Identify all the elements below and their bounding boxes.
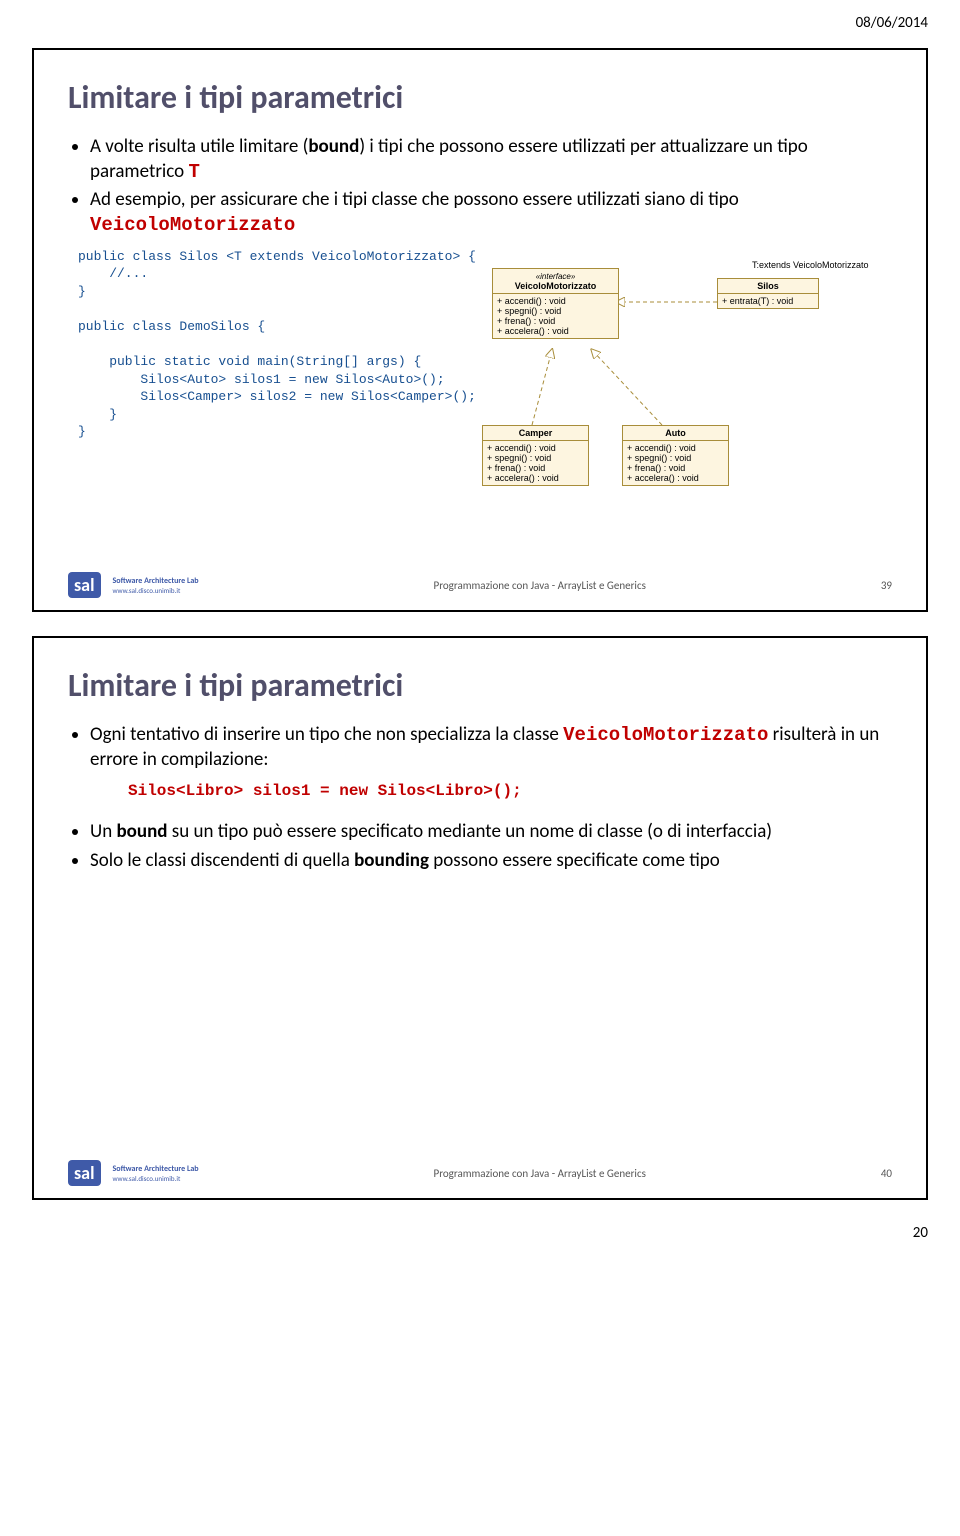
footer-url: www.sal.disco.unimib.it [113,1174,199,1183]
uml-operation: + accelera() : void [487,473,584,483]
slide1-footer: sal Software Architecture Lab www.sal.di… [68,572,892,598]
footer-lab-name: Software Architecture Lab [113,1164,199,1174]
footer-center-text: Programmazione con Java - ArrayList e Ge… [434,579,646,592]
bullet-item: Solo le classi discendenti di quella bou… [90,849,892,874]
footer-lab-name: Software Architecture Lab [113,576,199,586]
uml-operation: + accendi() : void [497,296,614,306]
uml-operation: + spegni() : void [487,453,584,463]
footer-center-text: Programmazione con Java - ArrayList e Ge… [434,1167,646,1180]
logo: sal [68,1160,105,1186]
uml-auto: Auto + accendi() : void+ spegni() : void… [622,425,729,486]
uml-class-name: Silos [757,281,779,291]
slide1-number: 39 [881,579,892,592]
uml-operation: + spegni() : void [497,306,614,316]
uml-constraint: T:extends VeicoloMotorizzato [752,260,869,270]
uml-stereotype: «interface» [536,272,576,281]
uml-operation: + accelera() : void [497,326,614,336]
slide-2: Limitare i tipi parametrici Ogni tentati… [32,636,928,1200]
bullet-item: A volte risulta utile limitare (bound) i… [90,135,892,184]
uml-operation: + accendi() : void [487,443,584,453]
uml-operation: + frena() : void [627,463,724,473]
slide2-title: Limitare i tipi parametrici [68,666,892,705]
footer-url: www.sal.disco.unimib.it [113,586,199,595]
slide1-bullets: A volte risulta utile limitare (bound) i… [68,135,892,238]
logo-badge: sal [68,1160,101,1186]
uml-class-name: Camper [519,428,553,438]
slide2-bullets-bottom: Un bound su un tipo può essere specifica… [68,820,892,873]
uml-class-name: VeicoloMotorizzato [515,281,597,291]
logo-badge: sal [68,572,101,598]
slide2-footer: sal Software Architecture Lab www.sal.di… [68,1160,892,1186]
uml-operation: + accendi() : void [627,443,724,453]
uml-diagram: T:extends VeicoloMotorizzato «interface»… [462,260,892,560]
bullet-item: Un bound su un tipo può essere specifica… [90,820,892,845]
logo: sal [68,572,105,598]
uml-class-name: Auto [665,428,686,438]
uml-operation: + frena() : void [487,463,584,473]
bullet-item: Ad esempio, per assicurare che i tipi cl… [90,188,892,237]
page-date: 08/06/2014 [0,0,960,38]
bullet-item: Ogni tentativo di inserire un tipo che n… [90,723,892,772]
uml-veicolo: «interface» VeicoloMotorizzato + accendi… [492,268,619,339]
uml-silos: Silos + entrata(T) : void [717,278,819,309]
slide2-number: 40 [881,1167,892,1180]
page-number: 20 [0,1224,960,1272]
uml-operation: + accelera() : void [627,473,724,483]
slide2-bullets-top: Ogni tentativo di inserire un tipo che n… [68,723,892,772]
uml-operation: + entrata(T) : void [722,296,814,306]
uml-camper: Camper + accendi() : void+ spegni() : vo… [482,425,589,486]
slide-1: Limitare i tipi parametrici A volte risu… [32,48,928,612]
uml-operation: + spegni() : void [627,453,724,463]
slide1-title: Limitare i tipi parametrici [68,78,892,117]
uml-operation: + frena() : void [497,316,614,326]
slide2-error-code: Silos<Libro> silos1 = new Silos<Libro>()… [128,782,892,800]
